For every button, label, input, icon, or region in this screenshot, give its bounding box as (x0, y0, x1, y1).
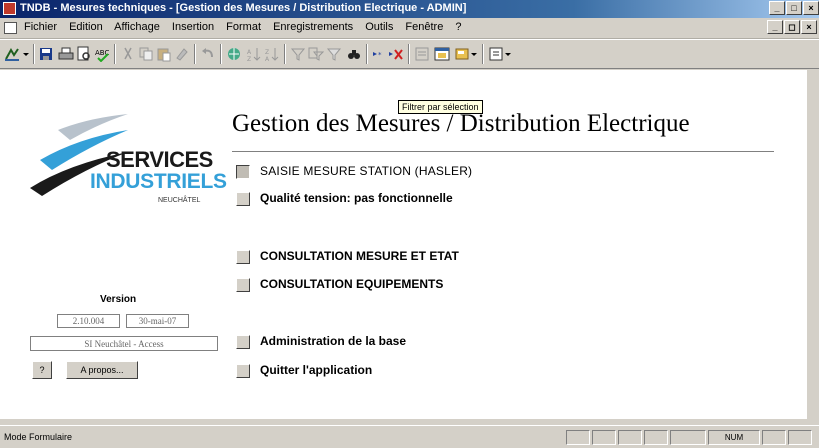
status-panel (788, 430, 812, 445)
find-icon[interactable] (346, 46, 362, 62)
sort-ascending-icon[interactable]: AZ (246, 46, 262, 62)
toolbar-tooltip: Filtrer par sélection (398, 100, 483, 114)
menu-format[interactable]: Format (226, 21, 261, 33)
delete-record-icon[interactable] (388, 46, 404, 62)
status-panel (592, 430, 616, 445)
more-buttons-dropdown-icon[interactable] (504, 46, 512, 62)
copy-icon[interactable] (138, 46, 154, 62)
status-num-indicator: NUM (708, 430, 760, 445)
status-bar: Mode Formulaire NUM (0, 425, 819, 448)
filter-by-selection-icon[interactable] (290, 46, 306, 62)
print-preview-icon[interactable] (76, 46, 92, 62)
menu-fichier[interactable]: Fichier (24, 21, 57, 33)
view-dropdown-icon[interactable] (22, 46, 30, 62)
save-icon[interactable] (38, 46, 54, 62)
option-button[interactable] (236, 250, 250, 264)
filter-by-form-icon[interactable] (308, 46, 324, 62)
page-title: Gestion des Mesures / Distribution Elect… (232, 110, 690, 137)
insert-hyperlink-icon[interactable] (226, 46, 242, 62)
version-number-field: 2.10.004 (57, 314, 120, 328)
apply-filter-icon[interactable] (326, 46, 342, 62)
undo-icon[interactable] (200, 46, 216, 62)
close-button[interactable]: × (803, 1, 819, 15)
form-scroll-area (807, 70, 819, 419)
window-title: TNDB - Mesures techniques - [Gestion des… (20, 2, 467, 14)
svg-text:A: A (265, 56, 270, 62)
window-controls: _ □ × (768, 1, 819, 15)
menu-outils[interactable]: Outils (365, 21, 393, 33)
svg-text:Z: Z (265, 49, 269, 56)
app-icon[interactable] (3, 2, 16, 15)
logo-industriels-text: INDUSTRIELS (90, 170, 227, 193)
format-painter-icon[interactable] (174, 46, 190, 62)
option-label: Administration de la base (260, 334, 407, 348)
menu-edition[interactable]: Edition (69, 21, 103, 33)
properties-icon[interactable] (414, 46, 430, 62)
option-button[interactable] (236, 165, 250, 179)
about-button[interactable]: A propos... (66, 361, 138, 379)
menu-affichage[interactable]: Affichage (114, 21, 160, 33)
menu-enregistrements[interactable]: Enregistrements (273, 21, 353, 33)
new-object-icon[interactable] (454, 46, 470, 62)
menu-bar: Fichier Edition Affichage Insertion Form… (0, 18, 819, 39)
paste-icon[interactable] (156, 46, 172, 62)
option-label: SAISIE MESURE STATION (HASLER) (260, 164, 473, 178)
view-icon[interactable] (4, 46, 20, 62)
menu-help[interactable]: ? (455, 21, 461, 33)
title-divider (232, 151, 774, 152)
status-panel (618, 430, 642, 445)
menu-insertion[interactable]: Insertion (172, 21, 214, 33)
svg-text:*: * (378, 51, 382, 59)
new-record-icon[interactable]: * (372, 46, 388, 62)
status-panel (670, 430, 706, 445)
version-label: Version (100, 294, 137, 305)
site-field: SI Neuchâtel - Access (30, 336, 218, 351)
svg-text:Z: Z (247, 56, 251, 62)
logo-neuchatel-text: NEUCHÂTEL (158, 197, 201, 204)
window-title-bar: TNDB - Mesures techniques - [Gestion des… (0, 0, 819, 18)
status-panel (762, 430, 786, 445)
option-button[interactable] (236, 335, 250, 349)
option-label: Quitter l'application (260, 363, 373, 377)
document-icon[interactable] (4, 22, 17, 34)
doc-restore-button[interactable]: ◻ (784, 20, 800, 34)
svg-text:A: A (247, 49, 252, 56)
minimize-button[interactable]: _ (769, 1, 785, 15)
doc-minimize-button[interactable]: _ (767, 20, 783, 34)
version-date-field: 30-mai-07 (126, 314, 189, 328)
database-window-icon[interactable] (434, 46, 450, 62)
option-button[interactable] (236, 364, 250, 378)
status-panel (566, 430, 590, 445)
toolbar: ABC AZ ZA * (0, 39, 819, 69)
document-window-controls: _ ◻ × (766, 20, 817, 34)
cut-icon[interactable] (120, 46, 136, 62)
spelling-icon[interactable]: ABC (94, 46, 110, 62)
status-mode: Mode Formulaire (4, 432, 73, 442)
print-icon[interactable] (58, 46, 74, 62)
sort-descending-icon[interactable]: ZA (264, 46, 280, 62)
office-assistant-icon[interactable] (488, 46, 504, 62)
help-button[interactable]: ? (32, 361, 52, 379)
status-panel (644, 430, 668, 445)
option-label: Qualité tension: pas fonctionnelle (260, 191, 453, 205)
option-button[interactable] (236, 192, 250, 206)
menu-fenetre[interactable]: Fenêtre (405, 21, 443, 33)
new-object-dropdown-icon[interactable] (470, 46, 478, 62)
maximize-button[interactable]: □ (786, 1, 802, 15)
company-logo: SERVICES INDUSTRIELS NEUCHÂTEL (28, 112, 227, 212)
option-label: CONSULTATION MESURE ET ETAT (260, 249, 459, 263)
doc-close-button[interactable]: × (801, 20, 817, 34)
option-label: CONSULTATION EQUIPEMENTS (260, 277, 444, 291)
option-button[interactable] (236, 278, 250, 292)
